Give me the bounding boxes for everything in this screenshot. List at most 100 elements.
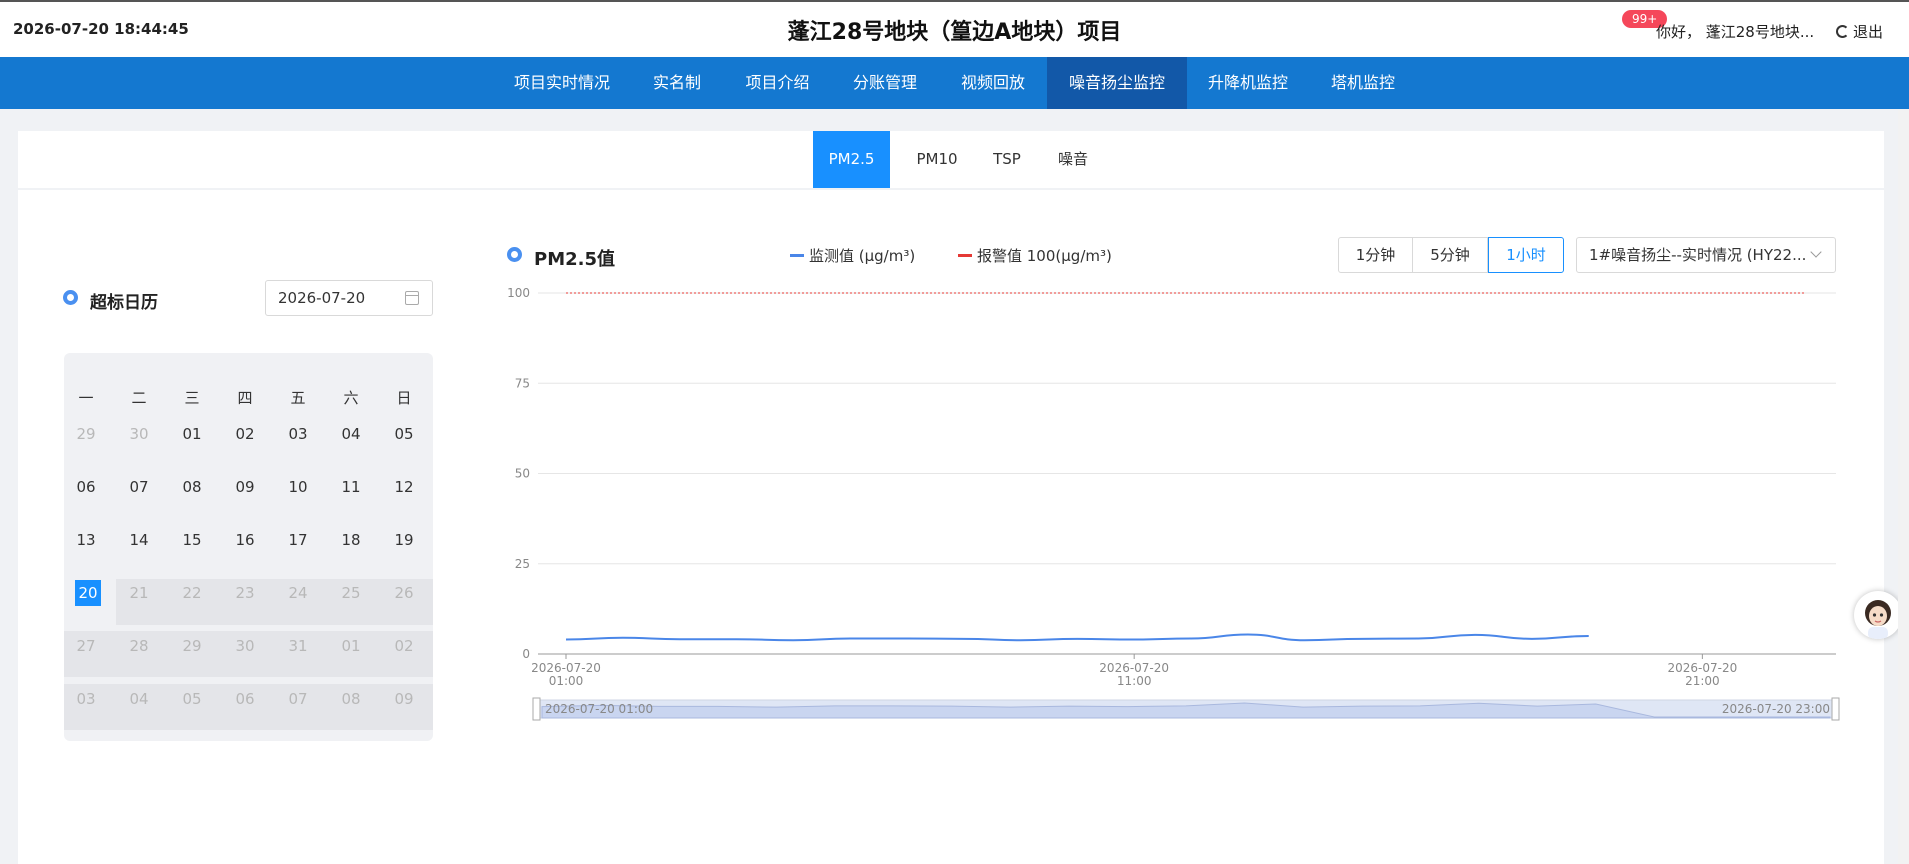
calendar-day[interactable]: 08 <box>170 474 214 500</box>
legend-alarm-label: 报警值 100(μg/m³) <box>977 247 1112 265</box>
calendar-day[interactable]: 04 <box>117 686 161 712</box>
device-select[interactable]: 1#噪音扬尘--实时情况 (HY22... <box>1576 237 1836 273</box>
zoom-start-handle <box>532 697 541 721</box>
x-tick-label-date: 2026-07-20 <box>1099 661 1169 675</box>
nav-project-intro[interactable]: 项目介绍 <box>730 57 825 109</box>
calendar-day[interactable]: 01 <box>329 633 373 659</box>
nav-project-realtime[interactable]: 项目实时情况 <box>500 57 624 109</box>
calendar-day[interactable]: 16 <box>223 527 267 553</box>
calendar-day[interactable]: 13 <box>64 527 108 553</box>
calendar-day[interactable]: 06 <box>64 474 108 500</box>
top-bar: 2026-07-20 18:44:45 蓬江28号地块（篁边A地块）项目 99+… <box>0 0 1909 57</box>
pm25-line-chart: 0255075100 2026-07-2001:002026-07-2011:0… <box>507 286 1840 721</box>
page-scrollbar[interactable] <box>1898 110 1909 864</box>
interval-1hour-button[interactable]: 1小时 <box>1488 237 1564 273</box>
tab-tsp[interactable]: TSP <box>978 131 1036 188</box>
weekday-label: 六 <box>343 389 359 407</box>
nav-tower-crane[interactable]: 塔机监控 <box>1313 57 1413 109</box>
user-greeting[interactable]: 你好， 蓬江28号地块... <box>1656 21 1814 42</box>
zoom-start-label: 2026-07-20 01:00 <box>545 702 653 716</box>
calendar-day[interactable]: 26 <box>382 580 426 606</box>
calendar-day[interactable]: 24 <box>276 580 320 606</box>
pollutant-tabs: PM2.5 PM10 TSP 噪音 <box>18 131 1884 188</box>
calendar-day[interactable]: 10 <box>276 474 320 500</box>
calendar-day[interactable]: 04 <box>329 421 373 447</box>
tab-pm25[interactable]: PM2.5 <box>813 131 890 188</box>
logout-icon <box>1836 25 1849 38</box>
x-tick-label-time: 01:00 <box>549 674 584 688</box>
weekday-label: 四 <box>237 389 253 407</box>
calendar-day[interactable]: 15 <box>170 527 214 553</box>
calendar-day[interactable]: 29 <box>170 633 214 659</box>
calendar-day[interactable]: 30 <box>117 421 161 447</box>
calendar-day[interactable]: 03 <box>64 686 108 712</box>
nav-noise-dust[interactable]: 噪音扬尘监控 <box>1047 57 1187 109</box>
calendar-day[interactable]: 29 <box>64 421 108 447</box>
calendar-day[interactable]: 03 <box>276 421 320 447</box>
y-tick-label: 0 <box>522 647 530 661</box>
chart-grid <box>538 292 1836 655</box>
legend-monitor-swatch <box>790 254 804 257</box>
weekday-label: 五 <box>290 389 306 407</box>
calendar-day[interactable]: 02 <box>382 633 426 659</box>
nav-video-playback[interactable]: 视频回放 <box>945 57 1041 109</box>
calendar-day[interactable]: 05 <box>170 686 214 712</box>
calendar-day[interactable]: 28 <box>117 633 161 659</box>
x-tick-label-time: 11:00 <box>1117 674 1152 688</box>
calendar-day[interactable]: 18 <box>329 527 373 553</box>
tab-noise[interactable]: 噪音 <box>1042 131 1104 188</box>
calendar-day[interactable]: 21 <box>117 580 161 606</box>
legend-monitor[interactable]: 监测值 (μg/m³) <box>790 245 915 266</box>
chart-title-dot <box>507 247 522 262</box>
nav-account-split[interactable]: 分账管理 <box>837 57 933 109</box>
calendar-day[interactable]: 08 <box>329 686 373 712</box>
interval-button-group: 1分钟 5分钟 1小时 <box>1338 237 1564 273</box>
y-tick-label: 50 <box>515 467 530 481</box>
calendar-day[interactable]: 09 <box>382 686 426 712</box>
calendar-day[interactable]: 30 <box>223 633 267 659</box>
weekday-label: 一 <box>78 389 94 407</box>
y-tick-label: 100 <box>507 286 530 300</box>
calendar-day[interactable]: 19 <box>382 527 426 553</box>
calendar-day[interactable]: 22 <box>170 580 214 606</box>
calendar-day[interactable]: 09 <box>223 474 267 500</box>
calendar-day[interactable]: 01 <box>170 421 214 447</box>
nav-real-name[interactable]: 实名制 <box>632 57 722 109</box>
calendar-day[interactable]: 07 <box>276 686 320 712</box>
x-tick-label-time: 21:00 <box>1685 674 1720 688</box>
weekday-label: 二 <box>131 389 147 407</box>
calendar-day[interactable]: 31 <box>276 633 320 659</box>
y-tick-label: 25 <box>515 557 530 571</box>
calendar-day[interactable]: 02 <box>223 421 267 447</box>
interval-5min-button[interactable]: 5分钟 <box>1413 237 1488 273</box>
chart-title: PM2.5值 <box>534 249 615 270</box>
calendar-day[interactable]: 12 <box>382 474 426 500</box>
y-axis-labels: 0 25 50 75 100 <box>507 286 530 661</box>
y-tick-label: 75 <box>515 376 530 390</box>
nav-elevator[interactable]: 升降机监控 <box>1195 57 1301 109</box>
legend-alarm[interactable]: 报警值 100(μg/m³) <box>958 245 1112 266</box>
weekday-label: 日 <box>396 389 412 407</box>
tab-pm10[interactable]: PM10 <box>903 131 971 188</box>
main-nav: 项目实时情况 实名制 项目介绍 分账管理 视频回放 噪音扬尘监控 升降机监控 塔… <box>0 57 1909 109</box>
calendar-day[interactable]: 25 <box>329 580 373 606</box>
legend-monitor-label: 监测值 (μg/m³) <box>809 247 916 265</box>
logout-button[interactable]: 退出 <box>1836 21 1883 42</box>
calendar-day[interactable]: 23 <box>223 580 267 606</box>
weekday-label: 三 <box>184 389 200 407</box>
assistant-avatar[interactable] <box>1854 591 1902 639</box>
calendar-day-selected[interactable]: 20 <box>75 580 101 606</box>
calendar-day[interactable]: 05 <box>382 421 426 447</box>
calendar-day[interactable]: 17 <box>276 527 320 553</box>
interval-1min-button[interactable]: 1分钟 <box>1338 237 1413 273</box>
calendar-day[interactable]: 14 <box>117 527 161 553</box>
calendar-day[interactable]: 06 <box>223 686 267 712</box>
calendar-title-dot <box>63 290 78 305</box>
zoom-end-handle <box>1831 697 1840 721</box>
exceed-calendar: 一 二 三 四 五 六 日 29 30 01 02 03 04 05 06 07 08 09 10 11 12 13 14… <box>64 353 433 741</box>
calendar-icon[interactable] <box>405 291 419 305</box>
x-axis-labels: 2026-07-2001:002026-07-2011:002026-07-20… <box>531 654 1737 688</box>
calendar-day[interactable]: 07 <box>117 474 161 500</box>
calendar-day[interactable]: 11 <box>329 474 373 500</box>
calendar-day[interactable]: 27 <box>64 633 108 659</box>
